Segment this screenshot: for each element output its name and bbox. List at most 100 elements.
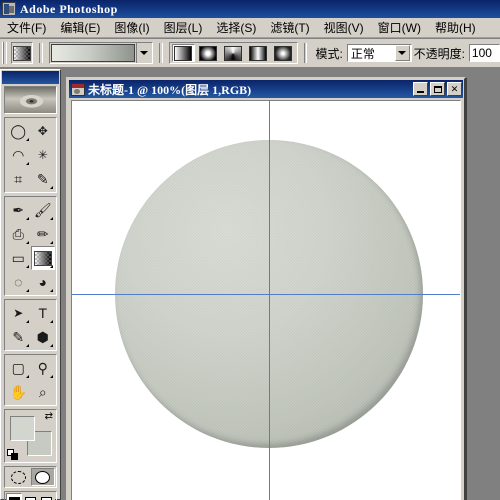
slice-tool-button[interactable]: ✎ xyxy=(30,167,55,191)
healing-brush-tool-button[interactable]: ✒ xyxy=(6,198,31,222)
hand-tool-button[interactable]: ✋ xyxy=(6,380,31,404)
flyout-triangle-icon xyxy=(50,344,53,347)
flyout-triangle-icon xyxy=(25,241,29,244)
radial-gradient-button[interactable] xyxy=(196,44,220,62)
toolbox-titlebar[interactable] xyxy=(2,71,59,84)
document-window: 未标题-1 @ 100%(图层 1,RGB) ✕ xyxy=(66,77,466,500)
brush-tool-button[interactable]: 🖌 xyxy=(30,198,55,222)
blend-mode-label: 模式: xyxy=(315,46,343,61)
menu-item-layer[interactable]: 图层(L) xyxy=(157,17,210,38)
opacity-input[interactable]: 100 xyxy=(468,44,500,62)
gradient-preset-dropdown-button[interactable] xyxy=(135,43,152,63)
toolbox-banner-image xyxy=(4,86,57,114)
dodge-tool-button[interactable]: ◕ xyxy=(30,270,55,294)
toolbox-row: ▭ xyxy=(6,246,55,270)
radial-gradient-icon xyxy=(199,45,218,61)
blur-droplet-icon: ◌ xyxy=(14,274,23,290)
gradient-preset-picker[interactable] xyxy=(48,42,153,64)
standard-screen-icon xyxy=(8,496,20,500)
vertical-guide[interactable] xyxy=(269,101,270,500)
application-titlebar: Adobe Photoshop xyxy=(0,0,500,18)
magic-wand-tool-button[interactable]: ✳ xyxy=(30,143,55,167)
chevron-down-icon xyxy=(398,51,407,55)
eyedropper-icon: ⚲ xyxy=(37,360,48,376)
lasso-tool-button[interactable]: ◠ xyxy=(6,143,31,167)
brush-icon: 🖌 xyxy=(33,202,52,218)
document-window-buttons: ✕ xyxy=(413,82,462,96)
linear-gradient-button[interactable] xyxy=(171,44,195,62)
menu-item-filter[interactable]: 滤镜(T) xyxy=(263,17,316,38)
menu-item-edit[interactable]: 编辑(E) xyxy=(53,17,107,38)
toolbox-row: ⌗ ✎ xyxy=(6,167,55,191)
chevron-down-icon xyxy=(140,51,149,55)
toolbox-row: ◯ ✥ xyxy=(6,119,55,143)
flyout-triangle-icon xyxy=(25,265,29,268)
standard-screen-mode-button[interactable] xyxy=(6,493,23,500)
foreground-color-swatch[interactable] xyxy=(10,416,35,441)
gradient-tool-icon xyxy=(13,45,32,61)
document-titlebar[interactable]: 未标题-1 @ 100%(图层 1,RGB) ✕ xyxy=(69,80,463,98)
eraser-tool-button[interactable]: ▭ xyxy=(6,246,31,270)
clone-stamp-icon: ⎙ xyxy=(12,226,24,242)
diamond-gradient-button[interactable] xyxy=(271,44,295,62)
tool-preset-picker[interactable] xyxy=(11,42,34,64)
type-tool-button[interactable]: T xyxy=(30,301,55,325)
toolbox-row: ✋ ⌕ xyxy=(6,380,55,404)
path-selection-arrow-icon: ➤ xyxy=(13,306,24,320)
toolbox-row: ◌ ◕ xyxy=(6,270,55,294)
gradient-tool-button[interactable] xyxy=(30,246,55,270)
clone-stamp-tool-button[interactable]: ⎙ xyxy=(6,222,31,246)
quick-mask-icon xyxy=(35,470,51,484)
menu-item-file[interactable]: 文件(F) xyxy=(0,17,53,38)
document-canvas[interactable] xyxy=(71,100,461,500)
standard-mode-button[interactable] xyxy=(6,468,31,486)
maximize-button[interactable] xyxy=(430,82,445,96)
blend-mode-value: 正常 xyxy=(350,46,375,61)
gradient-preview-swatch[interactable] xyxy=(50,44,135,62)
elliptical-marquee-tool-button[interactable]: ◯ xyxy=(6,119,31,143)
quick-mask-mode-button[interactable] xyxy=(30,468,55,486)
menu-item-view[interactable]: 视图(V) xyxy=(317,17,371,38)
default-colors-icon[interactable] xyxy=(7,449,18,460)
flyout-triangle-icon xyxy=(25,375,29,378)
history-brush-tool-button[interactable]: ✏ xyxy=(30,222,55,246)
blend-mode-select[interactable]: 正常 xyxy=(346,44,412,62)
photoshop-app-icon xyxy=(2,2,16,16)
elliptical-marquee-icon: ◯ xyxy=(10,123,27,139)
full-screen-mode-button[interactable] xyxy=(38,493,55,500)
menu-item-help[interactable]: 帮助(H) xyxy=(428,17,483,38)
full-screen-with-menubar-button[interactable] xyxy=(22,493,39,500)
application-title: Adobe Photoshop xyxy=(20,1,118,16)
horizontal-guide[interactable] xyxy=(72,294,460,295)
shape-tool-button[interactable]: ⬢ xyxy=(30,325,55,349)
flyout-triangle-icon xyxy=(25,320,29,323)
tool-options-bar: 模式: 正常 不透明度: 100 xyxy=(0,39,500,68)
blend-mode-dropdown-button[interactable] xyxy=(394,45,410,61)
move-tool-button[interactable]: ✥ xyxy=(30,119,55,143)
zoom-tool-button[interactable]: ⌕ xyxy=(30,380,55,404)
pen-tool-button[interactable]: ✎ xyxy=(6,325,31,349)
notes-tool-button[interactable]: ▢ xyxy=(6,356,31,380)
flyout-triangle-icon xyxy=(25,217,29,220)
angle-gradient-button[interactable] xyxy=(221,44,245,62)
lasso-icon: ◠ xyxy=(12,147,25,163)
flyout-triangle-icon xyxy=(50,186,53,189)
gradient-icon xyxy=(33,250,52,266)
close-button[interactable]: ✕ xyxy=(447,82,462,96)
blur-tool-button[interactable]: ◌ xyxy=(6,270,31,294)
magnifier-icon: ⌕ xyxy=(38,384,47,400)
menu-item-window[interactable]: 窗口(W) xyxy=(371,17,428,38)
reflected-gradient-button[interactable] xyxy=(246,44,270,62)
menu-item-image[interactable]: 图像(I) xyxy=(107,17,156,38)
minimize-button[interactable] xyxy=(413,82,428,96)
menu-item-select[interactable]: 选择(S) xyxy=(209,17,263,38)
move-tool-icon: ✥ xyxy=(37,124,48,138)
eyedropper-tool-button[interactable]: ⚲ xyxy=(30,356,55,380)
crop-tool-button[interactable]: ⌗ xyxy=(6,167,31,191)
path-selection-tool-button[interactable]: ➤ xyxy=(6,301,31,325)
swap-colors-icon[interactable]: ⇄ xyxy=(45,412,53,422)
options-bar-grip[interactable] xyxy=(2,42,8,64)
linear-gradient-icon xyxy=(174,45,193,61)
flyout-triangle-icon xyxy=(50,375,53,378)
flyout-triangle-icon xyxy=(50,241,53,244)
